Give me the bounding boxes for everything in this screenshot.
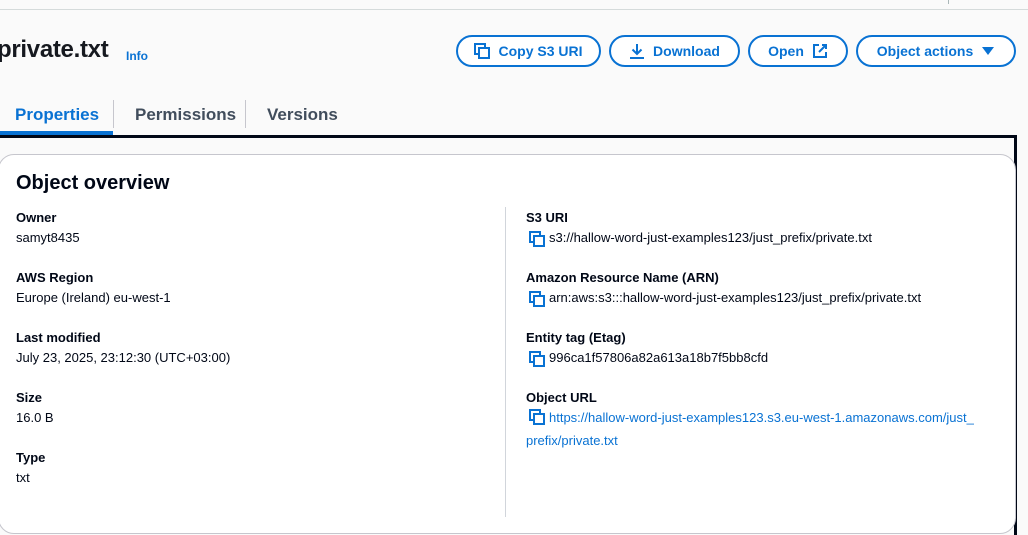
object-url-label: Object URL: [526, 390, 597, 405]
copy-icon: [474, 43, 491, 59]
object-url-link[interactable]: https://hallow-word-just-examples123.s3.…: [526, 410, 974, 448]
copy-icon[interactable]: [529, 231, 545, 250]
tab-panel-border: [0, 135, 1017, 138]
download-icon: [629, 43, 645, 59]
copy-icon[interactable]: [529, 291, 545, 310]
tab-permissions[interactable]: Permissions: [135, 96, 236, 134]
download-button[interactable]: Download: [609, 35, 740, 67]
s3-uri-label: S3 URI: [526, 210, 568, 225]
arn-row: arn:aws:s3:::hallow-word-just-examples12…: [529, 290, 921, 310]
object-url-row: https://hallow-word-just-examples123.s3.…: [526, 408, 976, 451]
copy-s3-uri-label: Copy S3 URI: [498, 43, 583, 59]
owner-value: samyt8435: [16, 230, 80, 245]
copy-icon[interactable]: [529, 409, 545, 431]
type-label: Type: [16, 450, 46, 465]
tab-separator: [245, 100, 246, 128]
etag-row: 996ca1f57806a82a613a18b7f5bb8cfd: [529, 350, 768, 370]
tab-versions[interactable]: Versions: [267, 96, 338, 134]
copy-s3-uri-button[interactable]: Copy S3 URI: [456, 35, 601, 67]
tab-properties[interactable]: Properties: [15, 96, 99, 134]
type-value: txt: [16, 470, 30, 485]
last-modified-value: July 23, 2025, 23:12:30 (UTC+03:00): [16, 350, 231, 365]
arn-value: arn:aws:s3:::hallow-word-just-examples12…: [549, 290, 922, 305]
download-label: Download: [653, 43, 720, 59]
s3-uri-row: s3://hallow-word-just-examples123/just_p…: [529, 230, 872, 250]
copy-icon[interactable]: [529, 351, 545, 370]
external-link-icon: [812, 43, 828, 59]
object-overview-title: Object overview: [16, 172, 170, 194]
top-divider-mark: [948, 0, 949, 4]
open-label: Open: [768, 43, 804, 59]
info-link[interactable]: Info: [126, 49, 148, 63]
object-overview-card: [0, 154, 1016, 534]
owner-label: Owner: [16, 210, 57, 225]
region-label: AWS Region: [16, 270, 94, 285]
column-divider: [505, 207, 506, 517]
etag-value: 996ca1f57806a82a613a18b7f5bb8cfd: [549, 350, 769, 365]
last-modified-label: Last modified: [16, 330, 101, 345]
region-value: Europe (Ireland) eu-west-1: [16, 290, 171, 305]
caret-down-icon: [981, 46, 995, 56]
arn-label: Amazon Resource Name (ARN): [526, 270, 719, 285]
object-actions-label: Object actions: [876, 43, 974, 59]
top-divider: [0, 9, 1028, 10]
etag-label: Entity tag (Etag): [526, 330, 626, 345]
size-label: Size: [16, 390, 43, 405]
tab-separator: [113, 100, 114, 128]
object-actions-button[interactable]: Object actions: [856, 35, 1016, 67]
page-title: private.txt: [0, 36, 109, 63]
open-button[interactable]: Open: [748, 35, 848, 67]
s3-uri-value: s3://hallow-word-just-examples123/just_p…: [549, 230, 872, 245]
size-value: 16.0 B: [16, 410, 54, 425]
